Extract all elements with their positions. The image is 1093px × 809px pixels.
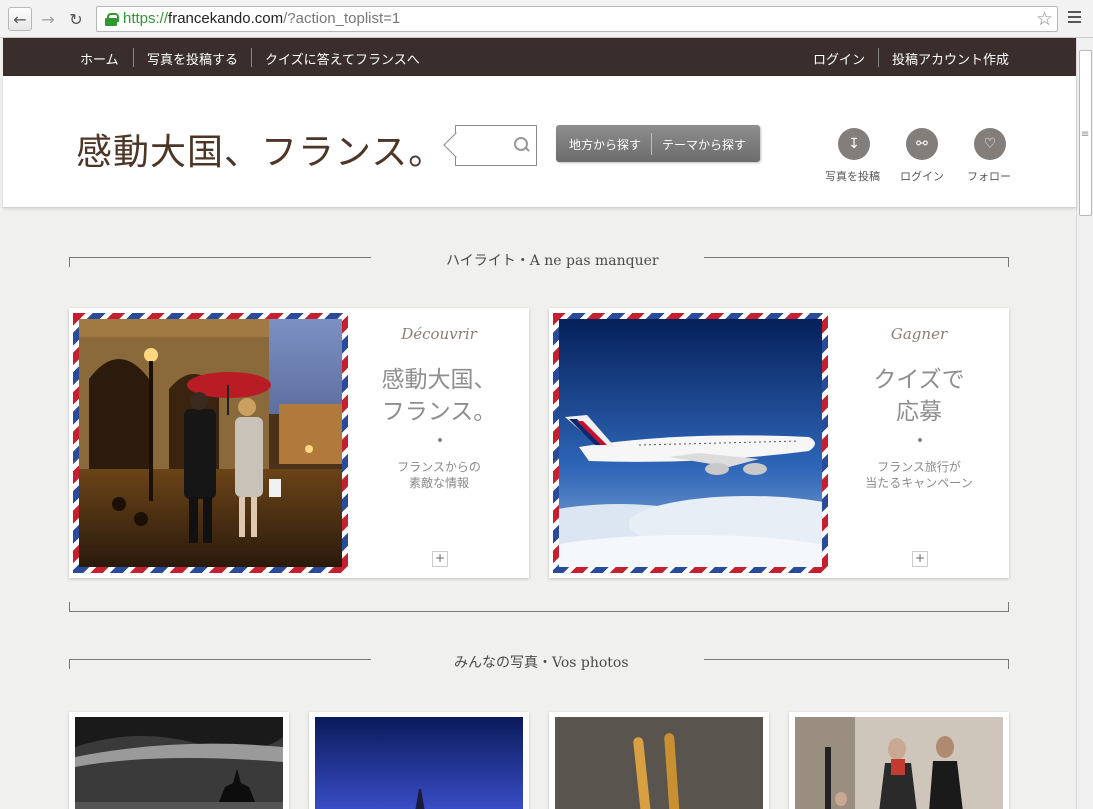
nav-divider: [251, 48, 252, 67]
section-rule: [69, 257, 371, 267]
section-rule: [704, 257, 1009, 267]
search-icon[interactable]: [514, 137, 530, 153]
street-people-photo: [795, 717, 1003, 809]
card-side: Découvrir 感動大国、 フランス。 フランスからの 素敵な情報 +: [349, 308, 529, 578]
search-box[interactable]: [455, 125, 537, 166]
paris-rain-photo: [79, 319, 342, 567]
nav-post-photo-link[interactable]: 写真を投稿する: [147, 49, 238, 68]
arrow-right-icon: →: [41, 9, 55, 29]
nav-divider: [133, 48, 134, 67]
card-description-line: 素敵な情報: [408, 476, 469, 490]
highlight-section-title: ハイライト・A ne pas manquer: [446, 253, 659, 269]
browser-menu-icon[interactable]: [1068, 11, 1081, 24]
dot-divider: [918, 438, 922, 442]
lock-icon: [105, 13, 119, 26]
card-title-line: フランス。: [381, 399, 497, 425]
nav-quiz-link[interactable]: クイズに答えてフランスへ: [265, 49, 420, 68]
site-header: 感動大国、フランス。 地方から探す テーマから探す ↧ 写真を投稿 ⚯ ログイン…: [3, 76, 1076, 208]
card-script-label: Gagner: [890, 325, 948, 343]
card-title: クイズで 応募: [829, 364, 1009, 428]
reload-icon: ↻: [69, 9, 83, 29]
card-description-line: フランス旅行が: [877, 460, 961, 474]
scrollbar[interactable]: [1076, 38, 1093, 809]
url-scheme: https://: [123, 10, 169, 27]
section-rule: [69, 659, 371, 669]
card-title-line: 応募: [896, 399, 942, 425]
heart-icon[interactable]: ♡: [974, 128, 1006, 160]
bookmark-star-icon[interactable]: ☆: [1036, 8, 1053, 30]
nav-home-link[interactable]: ホーム: [80, 49, 119, 68]
nav-login-link[interactable]: ログイン: [813, 49, 865, 68]
baguettes-photo: [555, 717, 763, 809]
card-script-label: Découvrir: [401, 325, 477, 343]
card-description: フランス旅行が 当たるキャンペーン: [829, 459, 1009, 491]
dot-divider: [438, 438, 442, 442]
card-description-line: フランスからの: [397, 460, 481, 474]
photo-thumbnail[interactable]: [549, 712, 769, 809]
photo-thumbnail[interactable]: [69, 712, 289, 809]
upload-icon[interactable]: ↧: [838, 128, 870, 160]
feature-card-win[interactable]: Gagner クイズで 応募 フランス旅行が 当たるキャンペーン +: [549, 308, 1009, 578]
airmail-frame: [73, 313, 348, 573]
eiffel-night-photo: [315, 717, 523, 809]
browse-by-theme-button[interactable]: テーマから探す: [662, 136, 746, 153]
login-label[interactable]: ログイン: [900, 168, 944, 184]
feature-card-discover[interactable]: Découvrir 感動大国、 フランス。 フランスからの 素敵な情報 +: [69, 308, 529, 578]
reload-button[interactable]: ↻: [64, 7, 88, 31]
follow-label[interactable]: フォロー: [967, 168, 1011, 184]
photo-thumbnail[interactable]: [309, 712, 529, 809]
browse-by-region-button[interactable]: 地方から探す: [569, 136, 641, 153]
card-side: Gagner クイズで 応募 フランス旅行が 当たるキャンペーン +: [829, 308, 1009, 578]
air-france-plane-photo: [559, 319, 822, 567]
arrow-left-icon: ←: [13, 9, 27, 29]
scrollbar-thumb[interactable]: [1079, 50, 1092, 216]
photo-thumbnail[interactable]: [789, 712, 1009, 809]
airmail-frame: [553, 313, 828, 573]
nav-divider: [878, 48, 879, 67]
nav-create-account-link[interactable]: 投稿アカウント作成: [892, 49, 1009, 68]
back-button[interactable]: ←: [8, 7, 32, 31]
url-host: francekando.com: [168, 10, 284, 27]
site-top-nav: ホーム 写真を投稿する クイズに答えてフランスへ ログイン 投稿アカウント作成: [3, 38, 1076, 76]
section-rule: [69, 602, 1009, 612]
mont-saint-michel-photo: [75, 717, 283, 809]
card-description: フランスからの 素敵な情報: [349, 459, 529, 491]
url-text[interactable]: https://francekando.com/?action_toplist=…: [123, 10, 400, 27]
card-title: 感動大国、 フランス。: [349, 364, 529, 428]
user-icon[interactable]: ⚯: [906, 128, 938, 160]
photos-section-title: みんなの写真・Vos photos: [454, 655, 629, 671]
post-photo-label[interactable]: 写真を投稿: [825, 168, 880, 184]
card-title-line: 感動大国、: [381, 367, 497, 393]
browse-buttons: 地方から探す テーマから探す: [556, 125, 760, 162]
expand-plus-button[interactable]: +: [432, 551, 448, 567]
card-description-line: 当たるキャンペーン: [865, 476, 973, 490]
url-path: /?action_toplist=1: [283, 10, 401, 27]
browser-toolbar: ← → ↻ https://francekando.com/?action_to…: [0, 0, 1093, 38]
address-bar[interactable]: https://francekando.com/?action_toplist=…: [96, 6, 1058, 32]
forward-button[interactable]: →: [36, 7, 60, 31]
card-title-line: クイズで: [873, 367, 965, 393]
expand-plus-button[interactable]: +: [912, 551, 928, 567]
site-logo[interactable]: 感動大国、フランス。: [76, 123, 445, 175]
pill-divider: [651, 133, 652, 155]
section-rule: [704, 659, 1009, 669]
